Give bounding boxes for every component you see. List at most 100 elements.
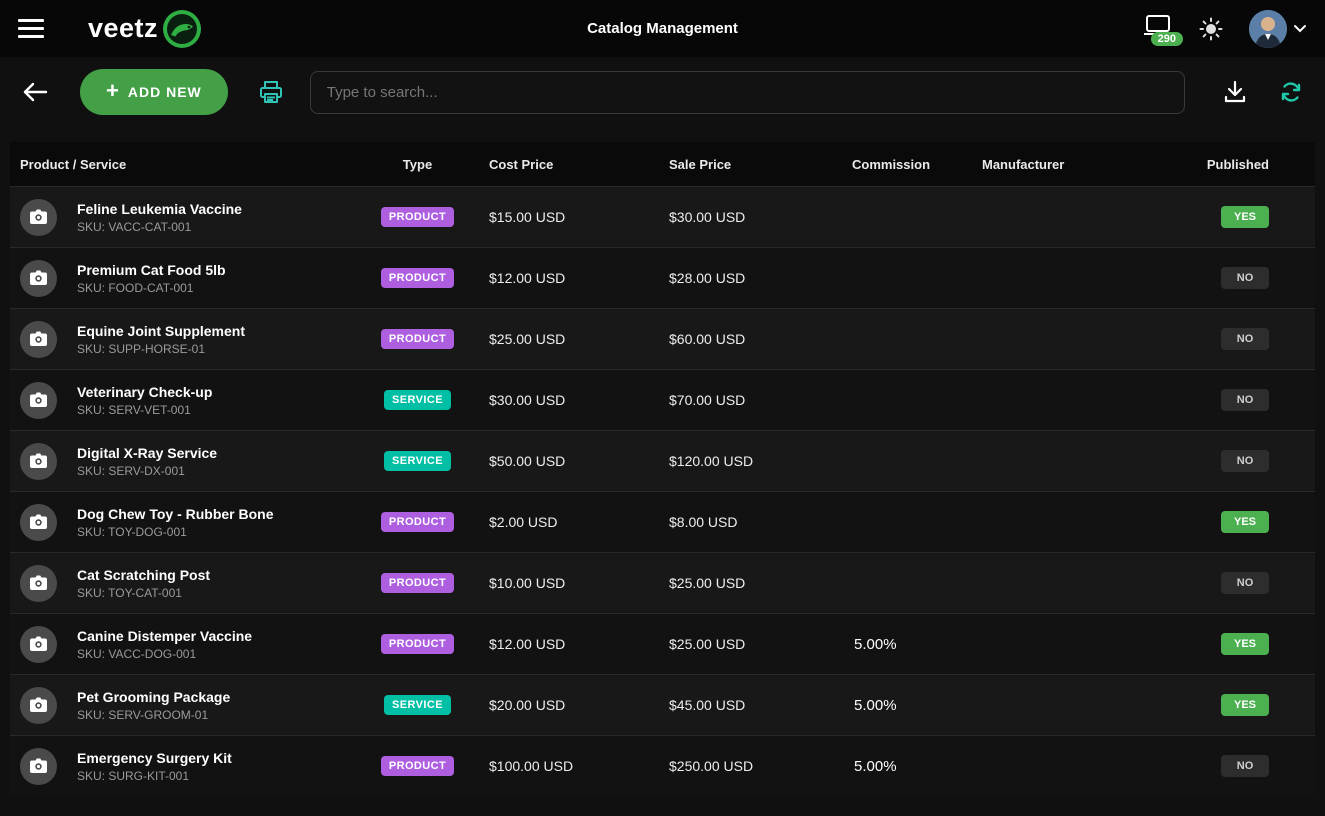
user-menu[interactable] xyxy=(1249,10,1307,48)
brightness-toggle-icon[interactable] xyxy=(1199,17,1223,41)
table-row[interactable]: Digital X-Ray Service SKU: SERV-DX-001 S… xyxy=(10,430,1315,491)
brand-logo[interactable]: veetz xyxy=(88,9,202,49)
commission-value: 5.00% xyxy=(838,758,968,775)
sale-price: $70.00 USD xyxy=(655,392,838,408)
published-badge[interactable]: YES xyxy=(1221,694,1269,716)
product-name: Veterinary Check-up xyxy=(77,384,212,400)
table-body: Feline Leukemia Vaccine SKU: VACC-CAT-00… xyxy=(10,186,1315,796)
column-header-manufacturer: Manufacturer xyxy=(968,157,1198,172)
type-badge: SERVICE xyxy=(384,390,451,410)
published-badge[interactable]: YES xyxy=(1221,206,1269,228)
product-image-placeholder-icon xyxy=(20,260,57,297)
published-badge[interactable]: NO xyxy=(1221,267,1269,289)
table-row[interactable]: Pet Grooming Package SKU: SERV-GROOM-01 … xyxy=(10,674,1315,735)
sale-price: $28.00 USD xyxy=(655,270,838,286)
sale-price: $25.00 USD xyxy=(655,575,838,591)
cost-price: $25.00 USD xyxy=(475,331,655,347)
product-image-placeholder-icon xyxy=(20,382,57,419)
product-name: Premium Cat Food 5lb xyxy=(77,262,226,278)
product-image-placeholder-icon xyxy=(20,321,57,358)
cost-price: $10.00 USD xyxy=(475,575,655,591)
brand-logo-icon xyxy=(162,9,202,49)
product-image-placeholder-icon xyxy=(20,504,57,541)
type-badge: PRODUCT xyxy=(381,512,454,532)
type-badge: PRODUCT xyxy=(381,634,454,654)
add-new-button[interactable]: + ADD NEW xyxy=(80,69,228,115)
type-badge: PRODUCT xyxy=(381,573,454,593)
published-badge[interactable]: YES xyxy=(1221,633,1269,655)
refresh-button[interactable] xyxy=(1279,80,1303,104)
product-image-placeholder-icon xyxy=(20,443,57,480)
table-row[interactable]: Canine Distemper Vaccine SKU: VACC-DOG-0… xyxy=(10,613,1315,674)
plus-icon: + xyxy=(106,80,120,102)
cost-price: $20.00 USD xyxy=(475,697,655,713)
sale-price: $25.00 USD xyxy=(655,636,838,652)
product-name: Cat Scratching Post xyxy=(77,567,210,583)
published-badge[interactable]: YES xyxy=(1221,511,1269,533)
commission-value: 5.00% xyxy=(838,636,968,653)
type-badge: PRODUCT xyxy=(381,329,454,349)
column-header-cost-price: Cost Price xyxy=(475,157,655,172)
table-row[interactable]: Emergency Surgery Kit SKU: SURG-KIT-001 … xyxy=(10,735,1315,796)
column-header-published: Published xyxy=(1198,157,1315,172)
device-sessions-button[interactable]: 290 xyxy=(1143,14,1173,44)
type-badge: PRODUCT xyxy=(381,207,454,227)
back-button[interactable] xyxy=(22,81,48,103)
product-name: Emergency Surgery Kit xyxy=(77,750,232,766)
product-name: Digital X-Ray Service xyxy=(77,445,217,461)
table-row[interactable]: Feline Leukemia Vaccine SKU: VACC-CAT-00… xyxy=(10,186,1315,247)
add-new-label: ADD NEW xyxy=(128,84,202,100)
product-sku: SKU: VACC-CAT-001 xyxy=(77,220,242,234)
cost-price: $30.00 USD xyxy=(475,392,655,408)
table-row[interactable]: Dog Chew Toy - Rubber Bone SKU: TOY-DOG-… xyxy=(10,491,1315,552)
commission-value: 5.00% xyxy=(838,697,968,714)
published-badge[interactable]: NO xyxy=(1221,755,1269,777)
type-badge: SERVICE xyxy=(384,695,451,715)
print-button[interactable] xyxy=(258,80,284,104)
product-sku: SKU: SURG-KIT-001 xyxy=(77,769,232,783)
product-image-placeholder-icon xyxy=(20,748,57,785)
download-button[interactable] xyxy=(1223,80,1247,104)
search-input[interactable] xyxy=(310,71,1185,114)
product-name: Pet Grooming Package xyxy=(77,689,230,705)
product-sku: SKU: VACC-DOG-001 xyxy=(77,647,252,661)
product-sku: SKU: TOY-DOG-001 xyxy=(77,525,274,539)
user-avatar xyxy=(1249,10,1287,48)
product-sku: SKU: SERV-DX-001 xyxy=(77,464,217,478)
sale-price: $120.00 USD xyxy=(655,453,838,469)
published-badge[interactable]: NO xyxy=(1221,450,1269,472)
cost-price: $12.00 USD xyxy=(475,270,655,286)
column-header-sale-price: Sale Price xyxy=(655,157,838,172)
type-badge: PRODUCT xyxy=(381,756,454,776)
table-row[interactable]: Veterinary Check-up SKU: SERV-VET-001 SE… xyxy=(10,369,1315,430)
cost-price: $2.00 USD xyxy=(475,514,655,530)
product-sku: SKU: SERV-GROOM-01 xyxy=(77,708,230,722)
type-badge: SERVICE xyxy=(384,451,451,471)
sale-price: $250.00 USD xyxy=(655,758,838,774)
cost-price: $50.00 USD xyxy=(475,453,655,469)
column-header-product: Product / Service xyxy=(10,157,360,172)
table-row[interactable]: Cat Scratching Post SKU: TOY-CAT-001 PRO… xyxy=(10,552,1315,613)
published-badge[interactable]: NO xyxy=(1221,572,1269,594)
hamburger-menu-icon[interactable] xyxy=(18,19,44,38)
table-row[interactable]: Equine Joint Supplement SKU: SUPP-HORSE-… xyxy=(10,308,1315,369)
topbar: veetz Catalog Management 290 xyxy=(0,0,1325,57)
sale-price: $8.00 USD xyxy=(655,514,838,530)
cost-price: $12.00 USD xyxy=(475,636,655,652)
published-badge[interactable]: NO xyxy=(1221,328,1269,350)
catalog-table: Product / Service Type Cost Price Sale P… xyxy=(10,142,1315,796)
sale-price: $45.00 USD xyxy=(655,697,838,713)
product-sku: SKU: SERV-VET-001 xyxy=(77,403,212,417)
product-name: Dog Chew Toy - Rubber Bone xyxy=(77,506,274,522)
published-badge[interactable]: NO xyxy=(1221,389,1269,411)
product-name: Canine Distemper Vaccine xyxy=(77,628,252,644)
sale-price: $60.00 USD xyxy=(655,331,838,347)
product-sku: SKU: FOOD-CAT-001 xyxy=(77,281,226,295)
product-sku: SKU: SUPP-HORSE-01 xyxy=(77,342,245,356)
cost-price: $15.00 USD xyxy=(475,209,655,225)
table-row[interactable]: Premium Cat Food 5lb SKU: FOOD-CAT-001 P… xyxy=(10,247,1315,308)
column-header-type: Type xyxy=(360,157,475,172)
toolbar: + ADD NEW xyxy=(0,57,1325,127)
table-header-row: Product / Service Type Cost Price Sale P… xyxy=(10,142,1315,186)
sale-price: $30.00 USD xyxy=(655,209,838,225)
